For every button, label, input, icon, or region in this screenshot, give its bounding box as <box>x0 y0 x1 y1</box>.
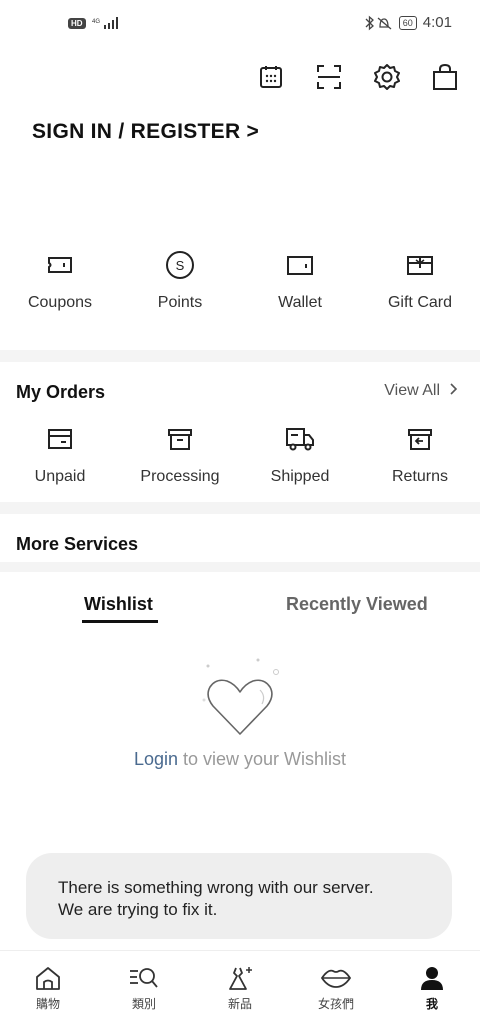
nav-shop-label: 購物 <box>35 997 60 1011</box>
gift-card-label: Gift Card <box>387 294 452 311</box>
nav-shop[interactable]: 購物 <box>0 951 96 1026</box>
tab-wishlist[interactable]: Wishlist <box>84 594 153 615</box>
coupons-button[interactable]: Coupons <box>0 248 120 312</box>
unpaid-label: Unpaid <box>34 468 86 485</box>
section-divider <box>0 562 480 572</box>
heart-icon <box>196 656 286 745</box>
chevron-right-icon <box>450 382 458 400</box>
category-search-icon <box>130 968 158 988</box>
orders-row: Unpaid Processing Shipped Returns <box>0 422 480 486</box>
lips-icon <box>320 969 352 988</box>
error-toast: There is something wrong with our server… <box>26 853 452 939</box>
home-icon <box>36 967 60 990</box>
bluetooth-mute-icon <box>365 15 392 30</box>
status-right: 60 4:01 <box>363 14 452 31</box>
active-tab-indicator <box>82 620 158 623</box>
signal-icon: 4G <box>92 17 118 29</box>
profile-icon <box>421 967 443 990</box>
nav-girls[interactable]: 女孩們 <box>288 951 384 1026</box>
toast-line-1: There is something wrong with our server… <box>58 878 374 897</box>
hd-badge: HD <box>68 17 86 29</box>
my-orders-title: My Orders <box>16 382 106 402</box>
tab-recently-viewed[interactable]: Recently Viewed <box>286 594 428 615</box>
toast-text: There is something wrong with our server… <box>58 877 374 921</box>
returns-button[interactable]: Returns <box>360 422 480 486</box>
shopping-bag-icon[interactable] <box>430 62 460 92</box>
gear-icon[interactable] <box>372 62 402 92</box>
shipped-label: Shipped <box>270 468 330 485</box>
points-icon: S <box>165 248 195 282</box>
scan-icon[interactable] <box>314 62 344 92</box>
points-label: Points <box>157 294 203 311</box>
shipped-button[interactable]: Shipped <box>240 422 360 486</box>
nav-me[interactable]: 我 <box>384 951 480 1026</box>
processing-icon <box>167 422 193 456</box>
nav-category-label: 類別 <box>131 997 156 1011</box>
points-button[interactable]: S Points <box>120 248 240 312</box>
gift-card-icon <box>406 248 434 282</box>
signal-indicator: HD 4G <box>68 16 122 30</box>
assets-row: Coupons S Points Wallet Gift Card <box>0 248 480 312</box>
coupon-icon <box>47 248 73 282</box>
svg-text:S: S <box>176 258 185 273</box>
processing-button[interactable]: Processing <box>120 422 240 486</box>
nav-new[interactable]: 新品 <box>192 951 288 1026</box>
wallet-label: Wallet <box>278 294 322 311</box>
view-all-label: View All <box>384 382 440 399</box>
unpaid-icon <box>47 422 73 456</box>
section-divider <box>0 502 480 514</box>
bottom-navigation: 購物 類別 新品 女孩們 我 <box>0 950 480 1026</box>
truck-icon <box>285 422 315 456</box>
more-services-title: More Services <box>16 534 139 554</box>
nav-category[interactable]: 類別 <box>96 951 192 1026</box>
svg-text:4G: 4G <box>92 19 100 25</box>
nav-me-label: 我 <box>425 997 438 1011</box>
clock: 4:01 <box>422 14 452 31</box>
coupons-label: Coupons <box>27 294 93 311</box>
unpaid-button[interactable]: Unpaid <box>0 422 120 486</box>
wallet-button[interactable]: Wallet <box>240 248 360 312</box>
battery-icon: 60 <box>398 15 417 30</box>
gift-card-button[interactable]: Gift Card <box>360 248 480 312</box>
processing-label: Processing <box>140 468 220 485</box>
toast-line-2: We are trying to fix it. <box>58 900 218 919</box>
empty-message-text: to view your Wishlist <box>183 749 347 769</box>
view-all-orders-link[interactable]: View All <box>384 382 458 400</box>
nav-new-label: 新品 <box>227 997 252 1011</box>
nav-girls-label: 女孩們 <box>317 997 354 1011</box>
signin-register-link[interactable]: SIGN IN / REGISTER > <box>32 120 259 144</box>
calendar-icon[interactable] <box>256 62 286 92</box>
returns-label: Returns <box>391 468 449 485</box>
section-divider <box>0 350 480 362</box>
login-link[interactable]: Login <box>134 749 178 769</box>
wallet-icon <box>286 248 314 282</box>
returns-icon <box>407 422 433 456</box>
new-dress-icon <box>229 967 252 990</box>
wishlist-empty-message: Login to view your Wishlist <box>0 749 480 770</box>
status-bar: HD 4G 60 4:01 <box>0 12 480 42</box>
top-toolbar <box>256 62 460 92</box>
